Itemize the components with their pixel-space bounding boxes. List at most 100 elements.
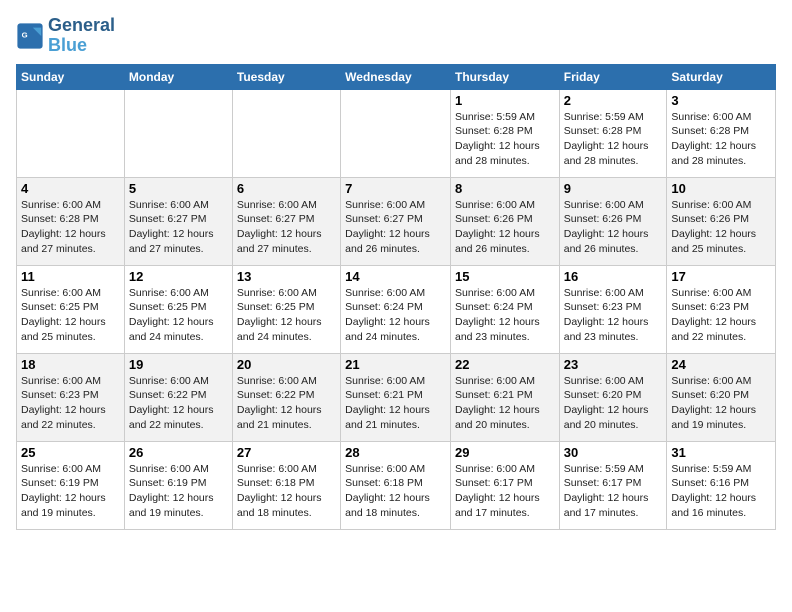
header-cell-friday: Friday [559,64,667,89]
day-info: Sunrise: 6:00 AM Sunset: 6:25 PM Dayligh… [129,286,228,345]
day-info: Sunrise: 6:00 AM Sunset: 6:23 PM Dayligh… [671,286,771,345]
day-info: Sunrise: 5:59 AM Sunset: 6:28 PM Dayligh… [455,110,555,169]
day-number: 14 [345,269,446,284]
logo: G GeneralBlue [16,16,115,56]
day-number: 22 [455,357,555,372]
day-info: Sunrise: 6:00 AM Sunset: 6:22 PM Dayligh… [237,374,336,433]
day-info: Sunrise: 6:00 AM Sunset: 6:27 PM Dayligh… [237,198,336,257]
day-info: Sunrise: 6:00 AM Sunset: 6:28 PM Dayligh… [21,198,120,257]
day-number: 18 [21,357,120,372]
calendar-cell: 3Sunrise: 6:00 AM Sunset: 6:28 PM Daylig… [667,89,776,177]
calendar-cell: 28 Sunrise: 6:00 AM Sunset: 6:18 PM Dayli… [341,441,451,529]
day-info: Sunrise: 6:00 AM Sunset: 6:19 PM Dayligh… [129,462,228,521]
calendar-cell: 22 Sunrise: 6:00 AM Sunset: 6:21 PM Dayli… [450,353,559,441]
calendar-cell: 18 Sunrise: 6:00 AM Sunset: 6:23 PM Dayli… [17,353,125,441]
day-info: Sunrise: 6:00 AM Sunset: 6:20 PM Dayligh… [671,374,771,433]
calendar-cell: 9 Sunrise: 6:00 AM Sunset: 6:26 PM Daylig… [559,177,667,265]
day-number: 29 [455,445,555,460]
logo-icon: G [16,22,44,50]
calendar-cell: 10 Sunrise: 6:00 AM Sunset: 6:26 PM Dayli… [667,177,776,265]
calendar-week-row: 25 Sunrise: 6:00 AM Sunset: 6:19 PM Dayli… [17,441,776,529]
day-number: 8 [455,181,555,196]
day-number: 3 [671,93,771,108]
header-cell-sunday: Sunday [17,64,125,89]
calendar-cell [17,89,125,177]
calendar-cell: 24 Sunrise: 6:00 AM Sunset: 6:20 PM Dayli… [667,353,776,441]
day-number: 6 [237,181,336,196]
header-cell-tuesday: Tuesday [232,64,340,89]
day-number: 19 [129,357,228,372]
day-info: Sunrise: 6:00 AM Sunset: 6:19 PM Dayligh… [21,462,120,521]
day-info: Sunrise: 6:00 AM Sunset: 6:24 PM Dayligh… [345,286,446,345]
day-info: Sunrise: 6:00 AM Sunset: 6:25 PM Dayligh… [21,286,120,345]
calendar-cell: 5 Sunrise: 6:00 AM Sunset: 6:27 PM Daylig… [124,177,232,265]
calendar-cell [232,89,340,177]
calendar-week-row: 4 Sunrise: 6:00 AM Sunset: 6:28 PM Daylig… [17,177,776,265]
day-info: Sunrise: 5:59 AM Sunset: 6:17 PM Dayligh… [564,462,663,521]
logo-text: GeneralBlue [48,16,115,56]
calendar-cell: 25 Sunrise: 6:00 AM Sunset: 6:19 PM Dayli… [17,441,125,529]
day-info: Sunrise: 6:00 AM Sunset: 6:24 PM Dayligh… [455,286,555,345]
day-number: 9 [564,181,663,196]
calendar-cell: 8Sunrise: 6:00 AM Sunset: 6:26 PM Daylig… [450,177,559,265]
calendar-cell: 26 Sunrise: 6:00 AM Sunset: 6:19 PM Dayli… [124,441,232,529]
day-info: Sunrise: 6:00 AM Sunset: 6:23 PM Dayligh… [21,374,120,433]
day-info: Sunrise: 6:00 AM Sunset: 6:18 PM Dayligh… [345,462,446,521]
day-info: Sunrise: 5:59 AM Sunset: 6:28 PM Dayligh… [564,110,663,169]
day-number: 16 [564,269,663,284]
day-number: 12 [129,269,228,284]
calendar-cell: 29 Sunrise: 6:00 AM Sunset: 6:17 PM Dayli… [450,441,559,529]
calendar-week-row: 1 Sunrise: 5:59 AM Sunset: 6:28 PM Daylig… [17,89,776,177]
header-cell-monday: Monday [124,64,232,89]
calendar-cell: 21Sunrise: 6:00 AM Sunset: 6:21 PM Dayli… [341,353,451,441]
day-number: 1 [455,93,555,108]
day-number: 4 [21,181,120,196]
day-info: Sunrise: 6:00 AM Sunset: 6:26 PM Dayligh… [671,198,771,257]
day-number: 10 [671,181,771,196]
day-number: 7 [345,181,446,196]
day-number: 5 [129,181,228,196]
day-info: Sunrise: 6:00 AM Sunset: 6:17 PM Dayligh… [455,462,555,521]
day-info: Sunrise: 6:00 AM Sunset: 6:18 PM Dayligh… [237,462,336,521]
header-cell-thursday: Thursday [450,64,559,89]
day-number: 31 [671,445,771,460]
calendar-cell: 17Sunrise: 6:00 AM Sunset: 6:23 PM Dayli… [667,265,776,353]
calendar-cell [341,89,451,177]
day-number: 27 [237,445,336,460]
day-info: Sunrise: 6:00 AM Sunset: 6:27 PM Dayligh… [345,198,446,257]
day-number: 13 [237,269,336,284]
calendar-cell: 19Sunrise: 6:00 AM Sunset: 6:22 PM Dayli… [124,353,232,441]
calendar-cell: 30Sunrise: 5:59 AM Sunset: 6:17 PM Dayli… [559,441,667,529]
day-info: Sunrise: 6:00 AM Sunset: 6:21 PM Dayligh… [345,374,446,433]
calendar-table: SundayMondayTuesdayWednesdayThursdayFrid… [16,64,776,530]
day-number: 2 [564,93,663,108]
day-number: 25 [21,445,120,460]
day-number: 28 [345,445,446,460]
calendar-cell: 11Sunrise: 6:00 AM Sunset: 6:25 PM Dayli… [17,265,125,353]
calendar-cell: 2 Sunrise: 5:59 AM Sunset: 6:28 PM Daylig… [559,89,667,177]
calendar-cell: 7 Sunrise: 6:00 AM Sunset: 6:27 PM Daylig… [341,177,451,265]
calendar-cell: 6 Sunrise: 6:00 AM Sunset: 6:27 PM Daylig… [232,177,340,265]
calendar-cell: 4 Sunrise: 6:00 AM Sunset: 6:28 PM Daylig… [17,177,125,265]
calendar-cell [124,89,232,177]
day-info: Sunrise: 6:00 AM Sunset: 6:25 PM Dayligh… [237,286,336,345]
day-number: 24 [671,357,771,372]
day-info: Sunrise: 5:59 AM Sunset: 6:16 PM Dayligh… [671,462,771,521]
calendar-cell: 14 Sunrise: 6:00 AM Sunset: 6:24 PM Dayli… [341,265,451,353]
day-number: 26 [129,445,228,460]
calendar-week-row: 11Sunrise: 6:00 AM Sunset: 6:25 PM Dayli… [17,265,776,353]
day-info: Sunrise: 6:00 AM Sunset: 6:23 PM Dayligh… [564,286,663,345]
day-number: 20 [237,357,336,372]
day-info: Sunrise: 6:00 AM Sunset: 6:26 PM Dayligh… [564,198,663,257]
calendar-header-row: SundayMondayTuesdayWednesdayThursdayFrid… [17,64,776,89]
calendar-cell: 27 Sunrise: 6:00 AM Sunset: 6:18 PM Dayli… [232,441,340,529]
calendar-cell: 1 Sunrise: 5:59 AM Sunset: 6:28 PM Daylig… [450,89,559,177]
calendar-cell: 13 Sunrise: 6:00 AM Sunset: 6:25 PM Dayli… [232,265,340,353]
day-info: Sunrise: 6:00 AM Sunset: 6:21 PM Dayligh… [455,374,555,433]
calendar-cell: 23Sunrise: 6:00 AM Sunset: 6:20 PM Dayli… [559,353,667,441]
svg-text:G: G [22,30,28,39]
day-info: Sunrise: 6:00 AM Sunset: 6:20 PM Dayligh… [564,374,663,433]
calendar-cell: 12 Sunrise: 6:00 AM Sunset: 6:25 PM Dayli… [124,265,232,353]
calendar-cell: 16 Sunrise: 6:00 AM Sunset: 6:23 PM Dayli… [559,265,667,353]
day-info: Sunrise: 6:00 AM Sunset: 6:27 PM Dayligh… [129,198,228,257]
